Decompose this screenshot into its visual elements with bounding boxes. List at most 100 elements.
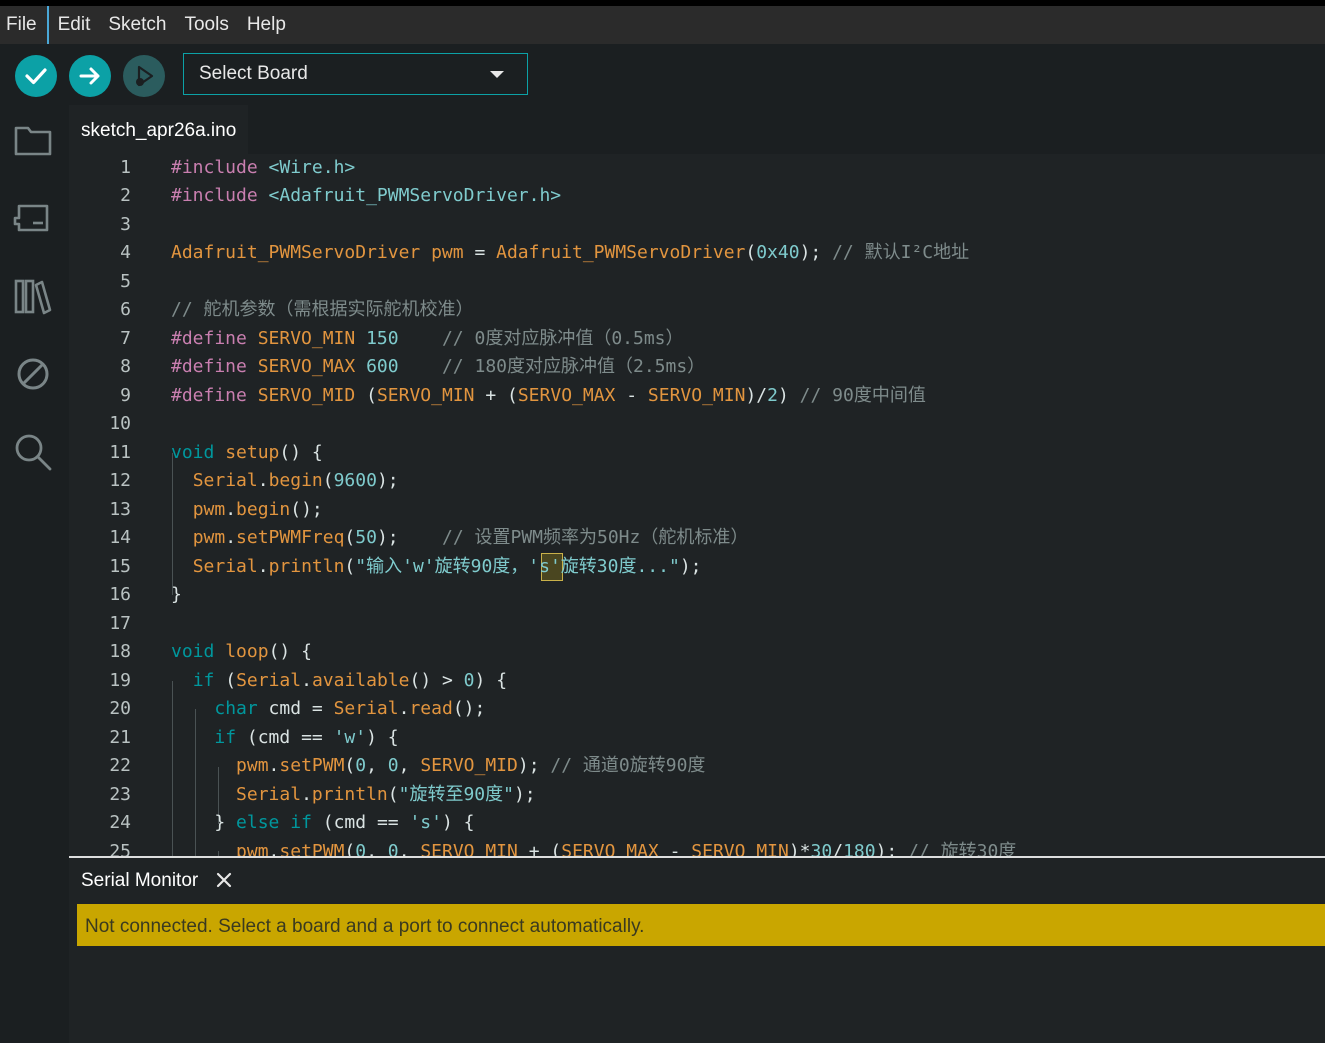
code-line: 7 #define SERVO_MIN 150 // 0度对应脉冲值（0.5ms）: [69, 325, 1325, 353]
tab-sketch[interactable]: sketch_apr26a.ino: [69, 105, 249, 154]
line-number: 17: [109, 613, 131, 634]
line-number: 18: [109, 641, 131, 662]
tab-serial-monitor[interactable]: Serial Monitor: [81, 858, 198, 904]
debug-panel-button[interactable]: [12, 353, 54, 395]
menu-file[interactable]: File: [0, 6, 49, 44]
line-number: 10: [109, 413, 131, 434]
code-line: 19 if (Serial.available() > 0) {: [69, 667, 1325, 695]
debug-button[interactable]: [123, 55, 165, 97]
board-select[interactable]: Select Board: [183, 53, 528, 95]
code-text: pwm.begin();: [192, 499, 323, 520]
line-number: 12: [109, 470, 131, 491]
debug-disabled-icon: [17, 358, 49, 390]
line-number: 2: [120, 185, 131, 206]
code-text: pwm.setPWM(0, 0, SERVO_MIN + (SERVO_MAX …: [236, 841, 1017, 856]
code-text: } else if (cmd == 's') {: [171, 812, 475, 833]
search-button[interactable]: [12, 431, 54, 473]
verify-button[interactable]: [15, 55, 57, 97]
code-text: // 舵机参数（需根据实际舵机校准）: [171, 299, 474, 320]
code-text: #define SERVO_MID (SERVO_MIN + (SERVO_MA…: [171, 385, 926, 406]
code-editor[interactable]: 1 #include <Wire.h> 2 #include <Adafruit_P…: [69, 154, 1325, 856]
check-icon: [25, 68, 47, 85]
line-number: 14: [109, 527, 131, 548]
code-text: Serial.println("旋转至90度");: [236, 784, 536, 805]
library-manager-button[interactable]: [12, 275, 54, 317]
line-number: 22: [109, 755, 131, 776]
code-text: Serial.println("输入'w'旋转90度，'s'旋转30度...")…: [192, 556, 702, 577]
code-line: 3: [69, 211, 1325, 239]
code-line: 15 Serial.println("输入'w'旋转90度，'s'旋转30度..…: [69, 553, 1325, 581]
code-line: 4 Adafruit_PWMServoDriver pwm = Adafruit_…: [69, 239, 1325, 267]
board-icon: [13, 204, 49, 232]
code-text: void loop() {: [171, 641, 312, 662]
code-line: 6 // 舵机参数（需根据实际舵机校准）: [69, 296, 1325, 324]
code-text: if (cmd == 'w') {: [214, 727, 399, 748]
close-serial-monitor-button[interactable]: [214, 870, 234, 890]
line-number: 23: [109, 784, 131, 805]
code-text: #include <Wire.h>: [171, 157, 356, 178]
upload-button[interactable]: [69, 55, 111, 97]
sidebar: [0, 105, 69, 1043]
line-number: 3: [120, 214, 131, 235]
line-number: 13: [109, 499, 131, 520]
menu-tools[interactable]: Tools: [175, 6, 237, 44]
code-line: 18 void loop() {: [69, 638, 1325, 666]
menu-bar: File Edit Sketch Tools Help: [0, 6, 1325, 44]
code-text: if (Serial.available() > 0) {: [192, 670, 508, 691]
folder-icon: [14, 126, 52, 156]
connection-notice: Not connected. Select a board and a port…: [77, 904, 1325, 946]
code-line: 2 #include <Adafruit_PWMServoDriver.h>: [69, 182, 1325, 210]
code-text: Adafruit_PWMServoDriver pwm = Adafruit_P…: [171, 242, 970, 263]
line-number: 25: [109, 841, 131, 856]
menu-sketch[interactable]: Sketch: [99, 6, 175, 44]
code-line: 10: [69, 410, 1325, 438]
line-number: 1: [120, 157, 131, 178]
serial-monitor-header: Serial Monitor: [69, 858, 1325, 904]
board-select-label: Select Board: [199, 63, 308, 84]
code-text: #define SERVO_MAX 600 // 180度对应脉冲值（2.5ms…: [171, 356, 706, 377]
code-line: 11 void setup() {: [69, 439, 1325, 467]
arrow-right-icon: [79, 67, 100, 85]
code-text: Serial.begin(9600);: [192, 470, 399, 491]
code-text: char cmd = Serial.read();: [214, 698, 486, 719]
code-line: 5: [69, 268, 1325, 296]
line-number: 24: [109, 812, 131, 833]
line-number: 7: [120, 328, 131, 349]
serial-monitor-output[interactable]: [69, 946, 1325, 1043]
line-number: 11: [109, 442, 131, 463]
line-number: 21: [109, 727, 131, 748]
code-text: pwm.setPWMFreq(50); // 设置PWM频率为50Hz（舵机标准…: [192, 527, 749, 548]
code-line: 13 pwm.begin();: [69, 496, 1325, 524]
code-line: 16}: [69, 581, 1325, 609]
code-line: 22 pwm.setPWM(0, 0, SERVO_MID); // 通道0旋转…: [69, 752, 1325, 780]
line-number: 6: [120, 299, 131, 320]
code-line: 8 #define SERVO_MAX 600 // 180度对应脉冲值（2.5m…: [69, 353, 1325, 381]
close-icon: [216, 872, 232, 888]
code-line: 21 if (cmd == 'w') {: [69, 724, 1325, 752]
menu-help[interactable]: Help: [238, 6, 295, 44]
toolbar: Select Board: [0, 44, 1325, 105]
code-line: 23 Serial.println("旋转至90度");: [69, 781, 1325, 809]
editor-tab-bar: sketch_apr26a.ino: [69, 105, 1325, 154]
code-line: 24 } else if (cmd == 's') {: [69, 809, 1325, 837]
code-line: 1 #include <Wire.h>: [69, 154, 1325, 182]
line-number: 8: [120, 356, 131, 377]
search-icon: [15, 434, 52, 471]
code-line: 25 pwm.setPWM(0, 0, SERVO_MIN + (SERVO_M…: [69, 838, 1325, 856]
line-number: 20: [109, 698, 131, 719]
line-number: 15: [109, 556, 131, 577]
menu-edit[interactable]: Edit: [49, 6, 100, 44]
line-number: 16: [109, 584, 131, 605]
library-icon: [14, 279, 52, 315]
line-number: 4: [120, 242, 131, 263]
sketchbook-button[interactable]: [12, 119, 54, 161]
code-line: 9 #define SERVO_MID (SERVO_MIN + (SERVO_M…: [69, 382, 1325, 410]
debug-icon: [136, 65, 154, 87]
boards-manager-button[interactable]: [12, 197, 54, 239]
code-line: 20 char cmd = Serial.read();: [69, 695, 1325, 723]
line-number: 9: [120, 385, 131, 406]
code-line: 12 Serial.begin(9600);: [69, 467, 1325, 495]
code-text: pwm.setPWM(0, 0, SERVO_MID); // 通道0旋转90度: [236, 755, 706, 776]
code-line: 17: [69, 610, 1325, 638]
code-text: #include <Adafruit_PWMServoDriver.h>: [171, 185, 562, 206]
